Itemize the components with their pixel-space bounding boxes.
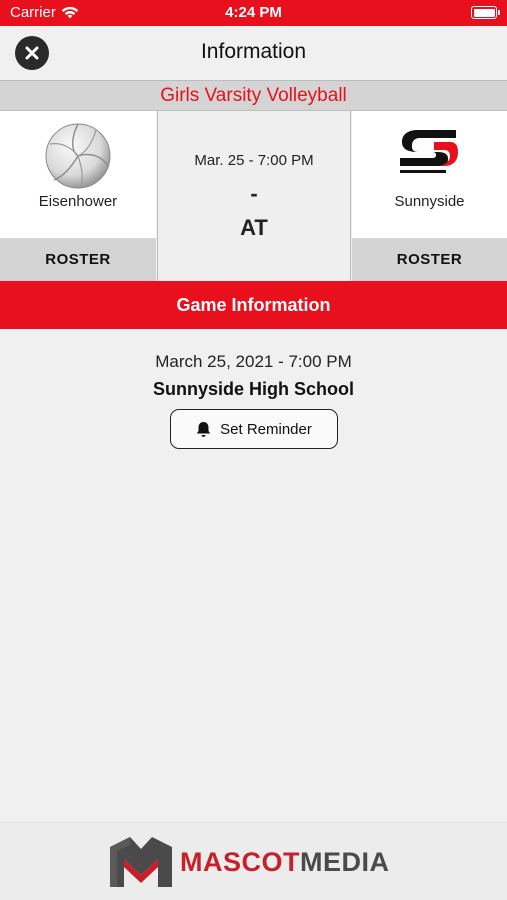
status-bar: Carrier 4:24 PM xyxy=(0,0,507,26)
set-reminder-button[interactable]: Set Reminder xyxy=(170,409,338,449)
mascot-media-logo-icon xyxy=(110,837,172,887)
brand-media: MEDIA xyxy=(300,847,390,877)
home-team-name: Eisenhower xyxy=(38,193,118,210)
status-time: 4:24 PM xyxy=(225,4,282,21)
volleyball-icon xyxy=(45,123,111,189)
bell-icon xyxy=(196,421,211,437)
game-datetime: March 25, 2021 - 7:00 PM xyxy=(155,352,352,371)
away-team: Sunnyside ROSTER xyxy=(352,111,507,281)
game-venue: Sunnyside High School xyxy=(152,379,354,399)
game-summary: Mar. 25 - 7:00 PM - AT xyxy=(157,111,351,281)
set-reminder-label: Set Reminder xyxy=(220,420,312,438)
game-information-header: Game Information xyxy=(0,281,507,329)
home-roster-button[interactable]: ROSTER xyxy=(0,238,156,281)
matchup-panel: Eisenhower ROSTER Mar. 25 - 7:00 PM - AT… xyxy=(0,111,507,281)
nav-bar: Information xyxy=(0,26,507,80)
brand-mascot: MASCOT xyxy=(180,847,300,877)
sunnyside-logo-icon xyxy=(400,130,458,173)
home-team: Eisenhower ROSTER xyxy=(0,111,156,281)
footer-brand: MASCOTMEDIA xyxy=(180,847,390,878)
footer: MASCOTMEDIA xyxy=(0,822,507,900)
game-date: Mar. 25 - 7:00 PM xyxy=(194,152,314,169)
sport-banner: Girls Varsity Volleyball xyxy=(0,80,507,111)
at-label: AT xyxy=(240,215,268,240)
battery-icon xyxy=(471,6,500,19)
away-team-name: Sunnyside xyxy=(394,193,465,210)
away-roster-button[interactable]: ROSTER xyxy=(352,238,507,281)
game-score: - xyxy=(250,181,258,206)
page-title: Information xyxy=(200,40,307,63)
